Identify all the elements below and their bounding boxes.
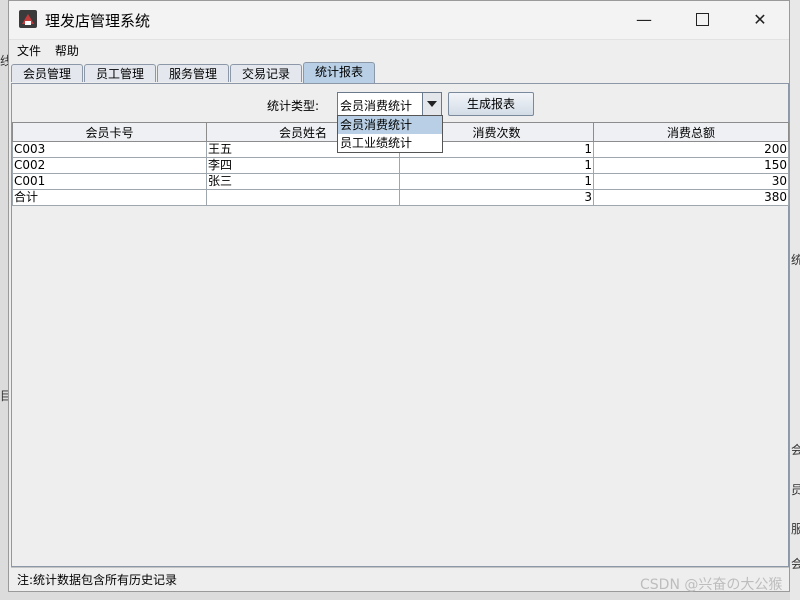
stat-type-dropdown: 会员消费统计 员工业绩统计 (337, 115, 443, 153)
chevron-down-icon[interactable] (422, 93, 441, 115)
background-text: 会 (791, 443, 800, 457)
cell-total-spend: 30 (593, 173, 789, 190)
tab-statistics-report[interactable]: 统计报表 (303, 62, 375, 83)
column-header-total-spend[interactable]: 消费总额 (593, 122, 789, 142)
cell-visit-count: 1 (399, 173, 594, 190)
app-logo-icon (19, 10, 37, 28)
cell-card-no: C001 (12, 173, 207, 190)
app-window: 理发店管理系统 — ✕ 文件 帮助 会员管理 员工管理 服务管理 交易记录 统计… (8, 0, 790, 592)
stat-type-select[interactable]: 会员消费统计 (337, 92, 442, 116)
tab-staff-management[interactable]: 员工管理 (84, 64, 156, 82)
dropdown-option-staff-performance[interactable]: 员工业绩统计 (338, 134, 442, 152)
close-button[interactable]: ✕ (737, 1, 783, 39)
dropdown-option-member-spend[interactable]: 会员消费统计 (338, 116, 442, 134)
minimize-button[interactable]: — (621, 1, 667, 39)
background-window-strip (790, 0, 800, 600)
cell-member-name: 李四 (206, 157, 400, 174)
cell-total-spend: 150 (593, 157, 789, 174)
cell-visit-count: 3 (399, 189, 594, 206)
cell-visit-count: 1 (399, 157, 594, 174)
maximize-icon (695, 12, 709, 26)
background-text: 服 (791, 522, 800, 536)
table-row[interactable]: C002 李四 1 150 (12, 157, 789, 174)
maximize-button[interactable] (679, 1, 725, 39)
background-text: 统 (791, 253, 800, 267)
statistics-panel: 统计类型: 会员消费统计 生成报表 会员卡号 会员姓名 消费次数 消费总额 C0… (11, 83, 789, 567)
cell-member-name: 张三 (206, 173, 400, 190)
background-text: 员 (791, 483, 800, 497)
status-note: 注:统计数据包含所有历史记录 (17, 573, 178, 587)
table-row[interactable]: C001 张三 1 30 (12, 173, 789, 190)
table-row-total[interactable]: 合计 3 380 (12, 189, 789, 206)
stat-type-value: 会员消费统计 (340, 99, 413, 113)
background-text: 会 (791, 557, 800, 571)
cell-card-no: C003 (12, 141, 207, 158)
menu-help[interactable]: 帮助 (51, 40, 85, 59)
tab-member-management[interactable]: 会员管理 (11, 64, 83, 82)
cell-member-name (206, 189, 400, 206)
column-header-card-no[interactable]: 会员卡号 (12, 122, 207, 142)
cell-card-no: C002 (12, 157, 207, 174)
generate-report-button[interactable]: 生成报表 (448, 92, 534, 116)
title-bar: 理发店管理系统 — ✕ (9, 1, 789, 40)
stat-type-label: 统计类型: (267, 99, 320, 113)
tab-service-management[interactable]: 服务管理 (157, 64, 229, 82)
cell-card-no: 合计 (12, 189, 207, 206)
menu-bar: 文件 帮助 (9, 40, 789, 60)
cell-total-spend: 200 (593, 141, 789, 158)
cell-total-spend: 380 (593, 189, 789, 206)
menu-file[interactable]: 文件 (13, 40, 47, 59)
window-title: 理发店管理系统 (45, 12, 151, 30)
watermark-text: CSDN @兴奋の大公猴 (640, 577, 783, 593)
tab-transaction-records[interactable]: 交易记录 (230, 64, 302, 82)
